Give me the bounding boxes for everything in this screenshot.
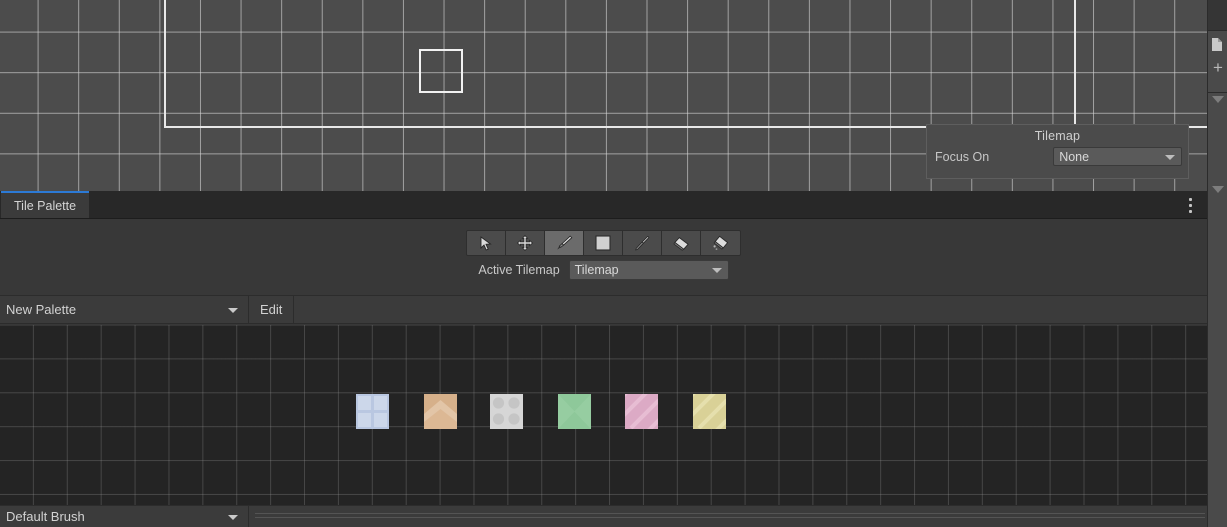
tilemap-cell-cursor[interactable]	[419, 49, 463, 93]
plus-icon[interactable]: +	[1210, 59, 1226, 76]
square-icon	[595, 235, 611, 251]
panel-options-kebab-icon[interactable]	[1189, 198, 1193, 213]
chevron-down-icon	[228, 514, 238, 520]
tile-khaki-stripes[interactable]	[693, 394, 726, 429]
palette-dropdown-value: New Palette	[6, 302, 77, 317]
palette-tile-grid[interactable]	[0, 325, 1207, 515]
tile-green-x-pattern	[558, 394, 591, 429]
brush-divider-line-1	[255, 513, 1205, 514]
sidebar-block-bottom	[1208, 93, 1227, 527]
focus-on-dropdown-value: None	[1059, 149, 1090, 164]
tile-tan-chevron[interactable]	[424, 394, 457, 429]
erase-tool-button[interactable]	[662, 231, 701, 255]
paintbrush-icon	[555, 235, 573, 251]
active-tilemap-dropdown[interactable]: Tilemap	[568, 260, 729, 280]
page-icon[interactable]	[1212, 38, 1222, 51]
tile-gray-dots[interactable]	[490, 394, 523, 429]
brush-dropdown-value: Default Brush	[6, 509, 85, 524]
chevron-down-icon	[228, 307, 238, 313]
cursor-arrow-icon	[480, 235, 493, 251]
brush-inspector-area	[249, 506, 1207, 527]
active-tilemap-dropdown-value: Tilemap	[574, 263, 619, 277]
brush-selector-bar: Default Brush	[0, 505, 1207, 527]
palette-selector-bar: New Palette Edit	[0, 295, 1207, 324]
palette-edit-button[interactable]: Edit	[249, 296, 295, 323]
tilemap-focus-panel: Tilemap Focus On None	[926, 124, 1189, 179]
focus-on-row: Focus On None	[927, 143, 1188, 166]
eraser-icon	[672, 236, 690, 251]
tile-blue-quad-pattern	[356, 394, 389, 429]
palette-dropdown[interactable]: New Palette	[0, 296, 249, 323]
unity-editor-window: Tilemap Focus On None + Tile Palette New…	[0, 0, 1227, 527]
tilemap-bounds-right-edge	[1074, 0, 1076, 128]
brush-divider-line-2	[255, 517, 1205, 518]
palette-grid-lines	[0, 325, 1207, 515]
focus-on-label: Focus On	[935, 149, 990, 164]
chevron-down-icon	[1165, 154, 1175, 160]
tile-tan-chevron-pattern	[424, 394, 457, 429]
panel-tab-bar: Tile Palette	[0, 191, 1207, 219]
tile-blue-quad[interactable]	[356, 394, 389, 429]
tile-palette-panel: New Palette Edit Active Tilemap Tilemap	[0, 219, 1207, 527]
move-tool-button[interactable]	[506, 231, 545, 255]
tab-tile-palette[interactable]: Tile Palette	[1, 191, 90, 218]
tile-gray-dots-pattern	[490, 394, 523, 429]
active-tilemap-row: Active Tilemap Tilemap	[0, 260, 1207, 280]
tile-pink-stripes-pattern	[625, 394, 658, 429]
flood-fill-tool-button[interactable]	[701, 231, 740, 255]
tab-tile-palette-label: Tile Palette	[14, 198, 77, 213]
sidebar-block-top	[1208, 0, 1227, 31]
brush-dropdown[interactable]: Default Brush	[0, 506, 249, 527]
move-arrows-icon	[517, 235, 533, 251]
right-sidebar: +	[1207, 0, 1227, 527]
tool-toolbar-row	[0, 230, 1207, 256]
tile-green-x[interactable]	[558, 394, 591, 429]
tile-pink-stripes[interactable]	[625, 394, 658, 429]
chevron-down-icon	[711, 268, 722, 273]
eyedropper-icon	[634, 235, 650, 251]
focus-on-dropdown[interactable]: None	[1053, 147, 1182, 166]
tilemap-tool-toolbar	[466, 230, 741, 256]
paint-tool-button[interactable]	[545, 231, 584, 255]
chevron-down-icon-2[interactable]	[1212, 186, 1224, 193]
box-fill-tool-button[interactable]	[584, 231, 623, 255]
scene-view[interactable]: Tilemap Focus On None	[0, 0, 1207, 191]
tile-khaki-stripes-pattern	[693, 394, 726, 429]
tilemap-bounds-left-edge	[164, 0, 166, 128]
tilemap-focus-panel-title: Tilemap	[1034, 129, 1081, 143]
palette-edit-label: Edit	[260, 302, 283, 317]
paint-bucket-icon	[712, 235, 730, 251]
picker-tool-button[interactable]	[623, 231, 662, 255]
active-tilemap-label: Active Tilemap	[478, 263, 560, 277]
chevron-down-icon-1[interactable]	[1212, 96, 1224, 103]
select-tool-button[interactable]	[467, 231, 506, 255]
